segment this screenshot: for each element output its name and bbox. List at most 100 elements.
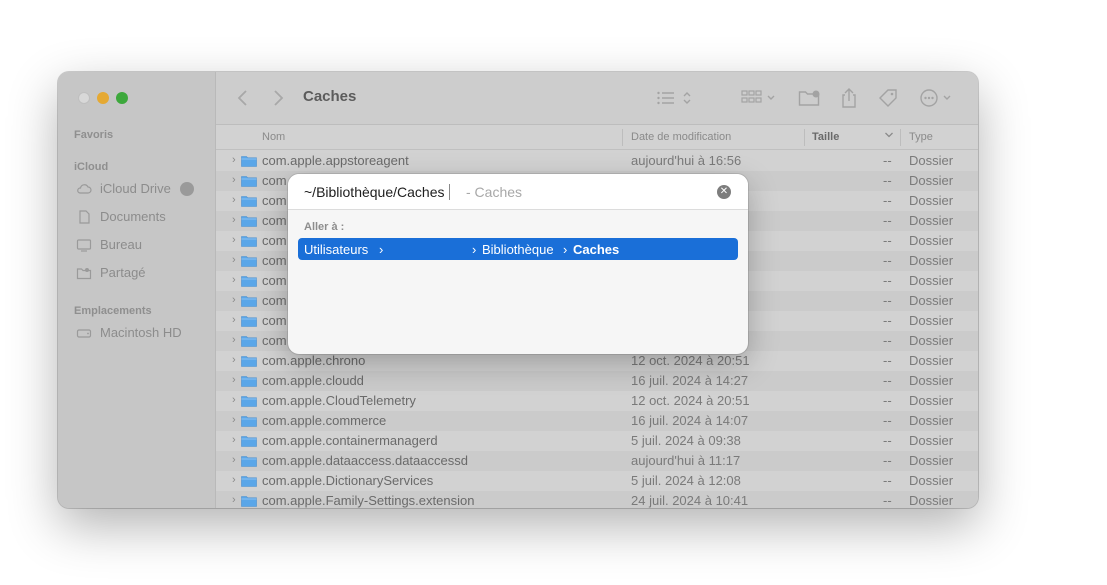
file-date: aujourd'hui à 16:56 — [631, 153, 742, 168]
column-divider[interactable] — [622, 129, 623, 146]
text-caret — [448, 184, 450, 200]
path-input[interactable]: ~/Bibliothèque/Caches - Caches ✕ — [288, 174, 748, 210]
maximize-button[interactable] — [116, 92, 128, 104]
file-name: com.apple.CloudTelemetry — [262, 393, 416, 408]
table-row[interactable]: › com.apple.appstoreagent aujourd'hui à 16… — [216, 151, 978, 171]
share-button[interactable] — [840, 72, 858, 124]
sidebar-item-documents[interactable]: Documents — [76, 209, 166, 224]
desktop-icon — [76, 238, 92, 252]
folder-icon — [241, 276, 257, 287]
file-size: -- — [883, 393, 892, 408]
actions-button[interactable] — [919, 72, 955, 124]
folder-icon — [241, 156, 257, 167]
disclosure-chevron-icon[interactable]: › — [232, 414, 236, 426]
folder-icon — [241, 236, 257, 247]
clear-input-icon[interactable]: ✕ — [717, 185, 731, 199]
file-date: 12 oct. 2024 à 20:51 — [631, 393, 750, 408]
file-size: -- — [883, 413, 892, 428]
disclosure-chevron-icon[interactable]: › — [232, 214, 236, 226]
column-kind[interactable]: Type — [909, 131, 933, 143]
column-name[interactable]: Nom — [262, 131, 285, 143]
disclosure-chevron-icon[interactable]: › — [232, 254, 236, 266]
minimize-button[interactable] — [97, 92, 109, 104]
sidebar-section-locations: Emplacements — [74, 305, 152, 317]
sidebar-item-label: Partagé — [100, 265, 146, 280]
file-kind: Dossier — [909, 193, 954, 208]
more-icon — [920, 89, 951, 107]
disclosure-chevron-icon[interactable]: › — [232, 454, 236, 466]
file-size: -- — [883, 153, 892, 168]
file-date: 16 juil. 2024 à 14:07 — [631, 413, 749, 428]
column-date[interactable]: Date de modification — [631, 131, 731, 143]
path-separator-icon: › — [379, 242, 384, 257]
goto-section-label: Aller à : — [304, 221, 345, 233]
disclosure-chevron-icon[interactable]: › — [232, 354, 236, 366]
sidebar-item-macintosh-hd[interactable]: Macintosh HD — [76, 325, 182, 340]
sidebar-section-icloud: iCloud — [74, 161, 109, 173]
file-date: 12 oct. 2024 à 20:51 — [631, 353, 750, 368]
table-row[interactable]: › com.apple.chrono 12 oct. 2024 à 20:51 -- D… — [216, 351, 978, 371]
disclosure-chevron-icon[interactable]: › — [232, 434, 236, 446]
file-kind: Dossier — [909, 453, 954, 468]
path-separator-icon: › — [563, 242, 568, 257]
document-icon — [76, 209, 92, 224]
table-row[interactable]: › com.apple.cloudd 16 juil. 2024 à 14:27 --… — [216, 371, 978, 391]
disclosure-chevron-icon[interactable]: › — [232, 314, 236, 326]
folder-icon — [241, 436, 257, 447]
file-date: 24 juil. 2024 à 10:41 — [631, 493, 749, 508]
sidebar-item-icloud-drive[interactable]: iCloud Drive — [76, 181, 194, 196]
column-divider[interactable] — [900, 129, 901, 146]
sort-chevron-icon[interactable] — [884, 130, 894, 143]
disclosure-chevron-icon[interactable]: › — [232, 394, 236, 406]
file-name: com.apple.chrono — [262, 353, 366, 368]
file-size: -- — [883, 273, 892, 288]
list-view-icon — [657, 91, 691, 105]
disclosure-chevron-icon[interactable]: › — [232, 154, 236, 166]
file-name: com.apple.dataaccess.dataaccessd — [262, 453, 468, 468]
folder-icon — [241, 196, 257, 207]
table-row[interactable]: › com.apple.CloudTelemetry 12 oct. 2024 à … — [216, 391, 978, 411]
shared-folder-icon — [76, 266, 92, 280]
tag-button[interactable] — [877, 72, 899, 124]
folder-icon — [241, 216, 257, 227]
new-folder-button[interactable] — [798, 72, 822, 124]
sidebar-item-label: iCloud Drive — [100, 181, 171, 196]
disclosure-chevron-icon[interactable]: › — [232, 194, 236, 206]
file-name: com.apple.containermanagerd — [262, 433, 438, 448]
sidebar-item-label: Documents — [100, 209, 166, 224]
folder-icon — [241, 256, 257, 267]
table-row[interactable]: › com.apple.DictionaryServices 5 juil. 202… — [216, 471, 978, 491]
close-button[interactable] — [78, 92, 90, 104]
disclosure-chevron-icon[interactable]: › — [232, 334, 236, 346]
folder-icon — [241, 176, 257, 187]
view-mode-button[interactable] — [657, 72, 695, 124]
disclosure-chevron-icon[interactable]: › — [232, 274, 236, 286]
table-row[interactable]: › com.apple.Family-Settings.extension 24 j… — [216, 491, 978, 508]
disclosure-chevron-icon[interactable]: › — [232, 494, 236, 506]
table-row[interactable]: › com.apple.dataaccess.dataaccessd aujourd… — [216, 451, 978, 471]
sidebar-item-shared[interactable]: Partagé — [76, 265, 146, 280]
cloud-icon — [76, 182, 92, 196]
file-name: com — [262, 173, 287, 188]
disclosure-chevron-icon[interactable]: › — [232, 374, 236, 386]
file-size: -- — [883, 293, 892, 308]
path-suggestion[interactable]: Utilisateurs › › Bibliothèque › Caches — [298, 238, 738, 260]
file-size: -- — [883, 173, 892, 188]
disclosure-chevron-icon[interactable]: › — [232, 294, 236, 306]
disclosure-chevron-icon[interactable]: › — [232, 174, 236, 186]
table-row[interactable]: › com.apple.containermanagerd 5 juil. 2024… — [216, 431, 978, 451]
sidebar-item-desktop[interactable]: Bureau — [76, 237, 142, 252]
file-name: com — [262, 293, 287, 308]
file-name: com — [262, 273, 287, 288]
file-kind: Dossier — [909, 373, 954, 388]
sidebar-section-favorites: Favoris — [74, 129, 114, 141]
disclosure-chevron-icon[interactable]: › — [232, 234, 236, 246]
disclosure-chevron-icon[interactable]: › — [232, 474, 236, 486]
file-size: -- — [883, 473, 892, 488]
column-divider[interactable] — [804, 129, 805, 146]
column-size[interactable]: Taille — [812, 131, 839, 143]
forward-button[interactable] — [271, 72, 285, 124]
table-row[interactable]: › com.apple.commerce 16 juil. 2024 à 14:07… — [216, 411, 978, 431]
back-button[interactable] — [236, 72, 250, 124]
group-button[interactable] — [741, 72, 777, 124]
